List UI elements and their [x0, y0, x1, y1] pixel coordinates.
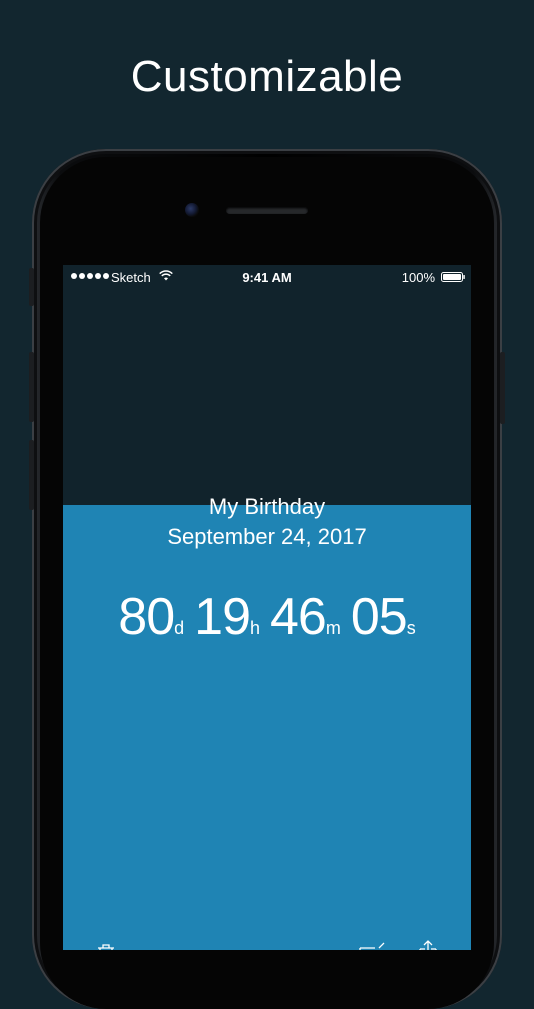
- front-camera: [185, 203, 199, 217]
- earpiece-speaker: [226, 207, 308, 214]
- progress-fill: [63, 505, 471, 950]
- volume-up-button: [29, 352, 34, 422]
- countdown-timer: 80d 19h 46m 05s: [63, 587, 471, 647]
- share-icon[interactable]: [417, 940, 439, 950]
- phone-screen: Sketch 9:41 AM 100% My Birthday Septembe…: [63, 265, 471, 950]
- event-date: September 24, 2017: [167, 524, 367, 549]
- countdown-days: 80: [118, 588, 175, 646]
- event-title: My Birthday: [208, 494, 326, 519]
- countdown-seconds-unit: s: [406, 618, 416, 638]
- trash-icon[interactable]: [95, 942, 117, 950]
- countdown-hours-unit: h: [250, 618, 261, 638]
- headline: Customizable: [130, 52, 404, 101]
- countdown-days-unit: d: [174, 618, 185, 638]
- countdown-seconds: 05: [350, 588, 408, 646]
- countdown-minutes: 46: [270, 588, 327, 646]
- volume-down-button: [29, 440, 34, 510]
- power-button: [500, 352, 505, 424]
- battery-percentage: 100%: [401, 270, 435, 285]
- battery-icon: [441, 272, 465, 282]
- status-bar: Sketch 9:41 AM 100%: [63, 265, 471, 289]
- countdown-hours: 19: [194, 588, 251, 646]
- mute-switch: [29, 268, 34, 306]
- countdown-minutes-unit: m: [325, 618, 341, 638]
- edit-icon[interactable]: [359, 942, 385, 950]
